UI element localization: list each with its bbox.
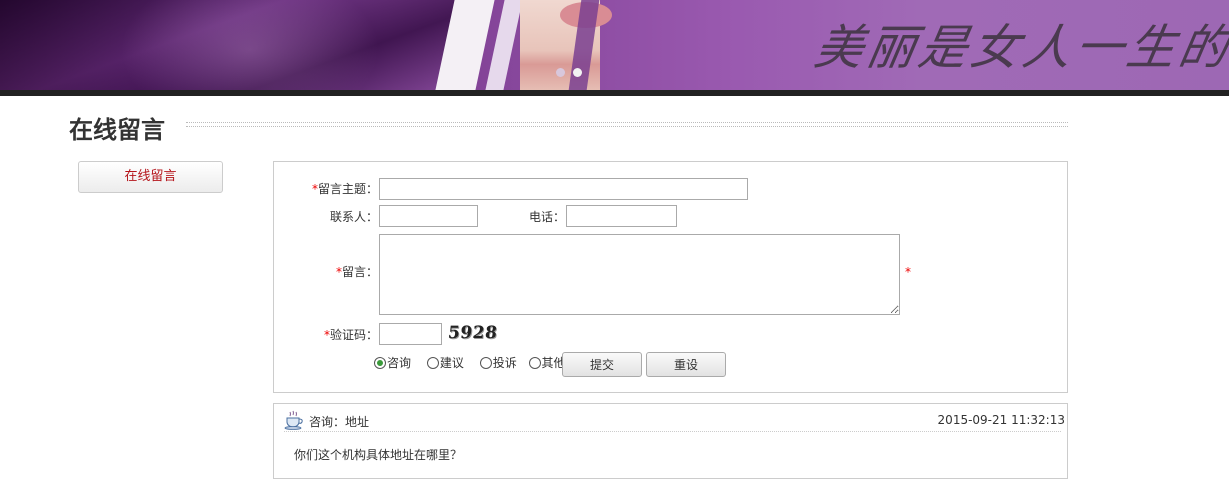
radio-other-dot[interactable] <box>528 357 541 369</box>
radio-suggest-label: 建议 <box>439 356 464 370</box>
radio-complaint[interactable]: 投诉 <box>479 354 517 371</box>
banner-divider <box>0 90 1229 96</box>
message-required-mark: * <box>905 265 911 279</box>
banner-highlight <box>120 0 380 92</box>
message-label: *留言： <box>304 263 378 280</box>
banner-slide-dots <box>556 66 590 80</box>
contact-input[interactable] <box>379 205 478 227</box>
contact-label: 联系人： <box>329 210 378 224</box>
radio-complaint-dot[interactable] <box>479 357 492 369</box>
message-form: *留言主题： 联系人： 电话： *留言： * *验证码： 5928 咨询 建议 … <box>273 161 1068 393</box>
title-divider <box>186 122 1068 127</box>
message-subject: 咨询：地址 <box>309 415 370 429</box>
page-title: 在线留言 <box>69 116 165 144</box>
phone-label: 电话： <box>528 210 565 224</box>
phone-input[interactable] <box>566 205 677 227</box>
message-body: 你们这个机构具体地址在哪里？ <box>294 448 463 462</box>
captcha-label-text: 验证码： <box>329 328 378 342</box>
coffee-cup-icon <box>284 410 303 430</box>
message-type-group: 咨询 建议 投诉 其他 <box>374 354 578 371</box>
captcha-input[interactable] <box>379 323 442 345</box>
slide-dot[interactable] <box>556 68 565 77</box>
message-item: 咨询：地址 2015-09-21 11:32:13 你们这个机构具体地址在哪里？ <box>273 403 1068 479</box>
radio-consult-dot[interactable] <box>374 357 386 369</box>
radio-consult[interactable]: 咨询 <box>374 354 411 371</box>
subject-label-text: 留言主题： <box>317 182 378 196</box>
subject-label: *留言主题： <box>304 180 378 197</box>
submit-button[interactable]: 提交 <box>562 352 642 377</box>
banner-slogan: 美丽是女人一生的事 <box>798 20 1229 92</box>
subject-input[interactable] <box>379 178 748 200</box>
header-banner: 美丽是女人一生的事 <box>0 0 1229 92</box>
message-header: 咨询：地址 2015-09-21 11:32:13 <box>284 410 1065 432</box>
radio-suggest-dot[interactable] <box>426 357 439 369</box>
message-textarea[interactable] <box>379 234 900 315</box>
radio-other[interactable]: 其他 <box>528 354 566 371</box>
reset-button[interactable]: 重设 <box>646 352 726 377</box>
radio-consult-label: 咨询 <box>387 356 412 370</box>
radio-complaint-label: 投诉 <box>492 356 517 370</box>
message-label-text: 留言： <box>341 265 378 279</box>
message-timestamp: 2015-09-21 11:32:13 <box>937 413 1065 427</box>
captcha-label: *验证码： <box>304 326 378 343</box>
slide-dot-active[interactable] <box>573 68 582 77</box>
captcha-image[interactable]: 5928 <box>447 323 498 343</box>
sidebar-item-online-message[interactable]: 在线留言 <box>78 161 223 193</box>
radio-suggest[interactable]: 建议 <box>426 354 464 371</box>
